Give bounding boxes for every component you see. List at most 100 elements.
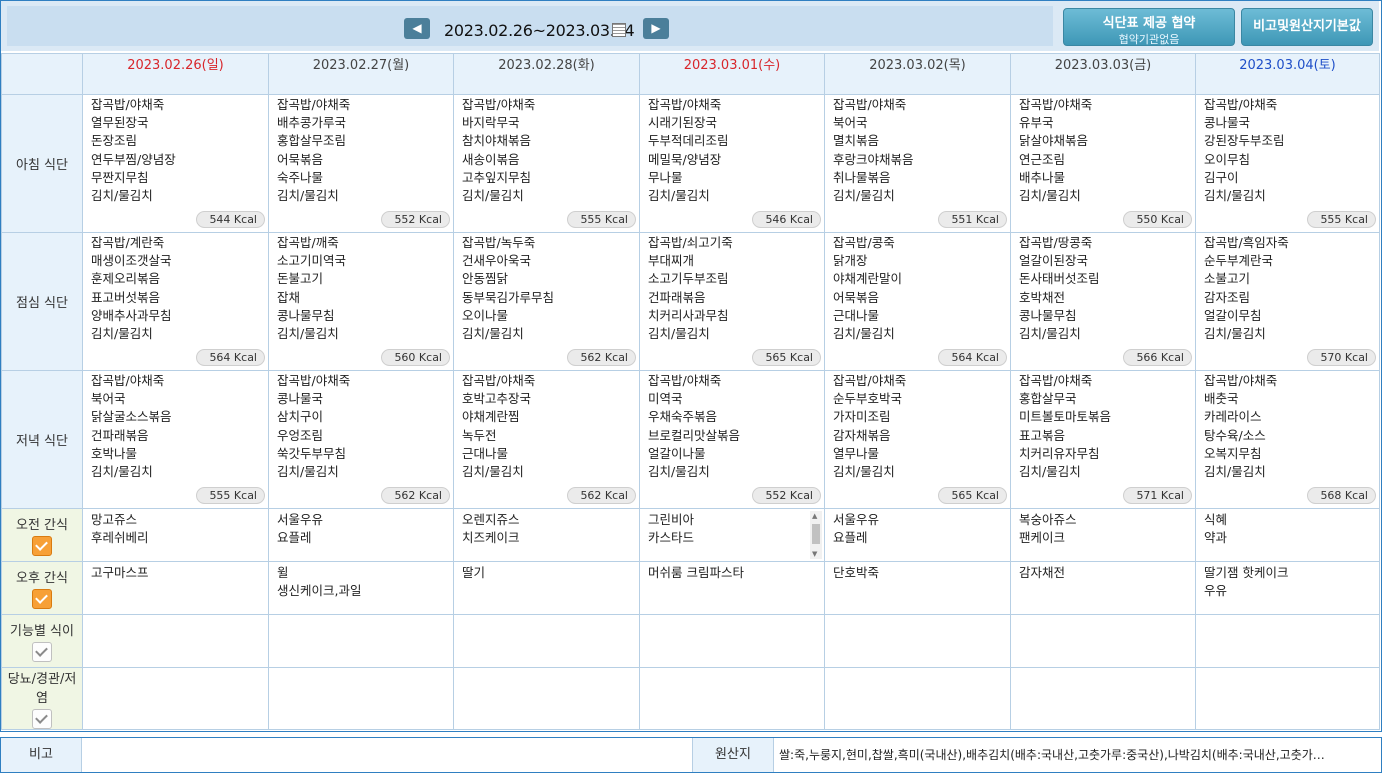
kcal-badge: 568 Kcal	[1307, 487, 1376, 504]
scroll-down-icon[interactable]: ▼	[812, 550, 817, 558]
snack-cell[interactable]	[1195, 614, 1380, 668]
menu-row: 아침 식단 잡곡밥/야채죽 열무된장국 돈장조림 연두부찜/양념장 무짠지무침 김치/물김치…	[1, 94, 1380, 233]
kcal-badge: 565 Kcal	[752, 349, 821, 366]
meal-cell[interactable]: 잡곡밥/깨죽 소고기미역국 돈불고기 잡채 콩나물무침 김치/물김치 560 Kcal	[268, 232, 454, 371]
menu-item: 잡곡밥/야채죽	[648, 97, 722, 112]
snack-cell[interactable]: 망고쥬스 후레쉬베리	[82, 508, 269, 562]
checkbox-icon[interactable]	[32, 709, 52, 729]
snack-cell[interactable]: 그린비아 카스타드 ▲ ▼	[639, 508, 825, 562]
meal-cell[interactable]: 잡곡밥/계란죽 매생이조갯살국 훈제오리볶음 표고버섯볶음 양배추사과무침 김치/물김치 5…	[82, 232, 269, 371]
snack-cell[interactable]	[453, 614, 640, 668]
calendar-icon[interactable]	[612, 23, 626, 37]
menu-items: 잡곡밥/야채죽 배춧국 카레라이스 탕수육/소스 오복지무침 김치/물김치	[1196, 371, 1379, 481]
menu-item: 멸치볶음	[833, 133, 880, 149]
menu-item: 야채계란찜	[462, 409, 520, 425]
day-header: 2023.03.01(수)	[639, 53, 825, 95]
kcal-badge: 571 Kcal	[1123, 487, 1192, 504]
menu-item: 순두부계란국	[1204, 253, 1274, 269]
snack-cell[interactable]	[268, 614, 454, 668]
snack-cell[interactable]	[268, 667, 454, 730]
menu-row: 점심 식단 잡곡밥/계란죽 매생이조갯살국 훈제오리볶음 표고버섯볶음 양배추사과무침 김치…	[1, 232, 1380, 371]
meal-cell[interactable]: 잡곡밥/야채죽 홍합살무국 미트볼토마토볶음 표고볶음 치커리유자무침 김치/물김치 571…	[1010, 370, 1196, 509]
remarks-value[interactable]	[82, 738, 693, 772]
menu-items: 잡곡밥/야채죽 미역국 우채숙주볶음 브로컬리맛살볶음 얼갈이나물 김치/물김치	[640, 371, 824, 481]
meal-cell[interactable]: 잡곡밥/땅콩죽 얼갈이된장국 돈사태버섯조림 호박채전 콩나물무침 김치/물김치 566 K…	[1010, 232, 1196, 371]
snack-cell[interactable]: 식혜 약과	[1195, 508, 1380, 562]
menu-item: 잡곡밥/야채죽	[1204, 97, 1278, 112]
snack-cell[interactable]	[1010, 667, 1196, 730]
snack-cell[interactable]	[1195, 667, 1380, 730]
origin-value[interactable]: 쌀:죽,누룽지,현미,찹쌀,흑미(국내산),배추김치(배추:국내산,고춧가루:중…	[774, 738, 1381, 772]
menu-item: 후랑크야채볶음	[833, 151, 914, 167]
scroll-thumb[interactable]	[812, 524, 820, 544]
meal-cell[interactable]: 잡곡밥/야채죽 미역국 우채숙주볶음 브로컬리맛살볶음 얼갈이나물 김치/물김치 552 K…	[639, 370, 825, 509]
menu-item: 표고볶음	[1019, 427, 1066, 443]
meal-cell[interactable]: 잡곡밥/야채죽 북어국 멸치볶음 후랑크야채볶음 취나물볶음 김치/물김치 551 Kcal	[824, 94, 1011, 233]
meal-cell[interactable]: 잡곡밥/야채죽 열무된장국 돈장조림 연두부찜/양념장 무짠지무침 김치/물김치 544 K…	[82, 94, 269, 233]
snack-cell[interactable]: 서울우유 요플레	[268, 508, 454, 562]
meal-cell[interactable]: 잡곡밥/녹두죽 건새우아욱국 안동찜닭 동부묵김가루무침 오이나물 김치/물김치 562 K…	[453, 232, 640, 371]
menu-item: 서울우유	[277, 512, 324, 527]
snack-cell[interactable]: 서울우유 요플레	[824, 508, 1011, 562]
menu-item: 소불고기	[1204, 271, 1251, 287]
meal-cell[interactable]: 잡곡밥/야채죽 배춧국 카레라이스 탕수육/소스 오복지무침 김치/물김치 568 Kcal	[1195, 370, 1380, 509]
menu-item: 김치/물김치	[1019, 188, 1081, 204]
agreement-button[interactable]: 식단표 제공 협약 협약기관없음	[1063, 8, 1235, 46]
chevron-right-icon[interactable]: ▶	[643, 18, 669, 39]
kcal-badge: 555 Kcal	[1307, 211, 1376, 228]
snack-cell[interactable]	[453, 667, 640, 730]
kcal-badge: 550 Kcal	[1123, 211, 1192, 228]
row-label: 당뇨/경관/저염	[1, 667, 83, 730]
snack-cell[interactable]: 딸기	[453, 561, 640, 615]
row-label: 기능별 식이	[1, 614, 83, 668]
menu-items: 망고쥬스 후레쉬베리	[83, 509, 268, 547]
snack-cell[interactable]: 고구마스프	[82, 561, 269, 615]
chevron-left-icon[interactable]: ◀	[404, 18, 430, 39]
meal-cell[interactable]: 잡곡밥/야채죽 호박고추장국 야채계란찜 녹두전 근대나물 김치/물김치 562 Kcal	[453, 370, 640, 509]
menu-item: 김치/물김치	[462, 188, 524, 204]
snack-cell[interactable]: 딸기잼 핫케이크 우유	[1195, 561, 1380, 615]
meal-cell[interactable]: 잡곡밥/야채죽 바지락무국 참치야채볶음 새송이볶음 고추잎지무침 김치/물김치 555 K…	[453, 94, 640, 233]
menu-item: 훈제오리볶음	[91, 271, 161, 287]
cell-scrollbar[interactable]: ▲ ▼	[810, 511, 822, 559]
menu-item: 딸기잼 핫케이크	[1204, 565, 1289, 580]
snack-cell[interactable]: 단호박죽	[824, 561, 1011, 615]
snack-cell[interactable]	[824, 614, 1011, 668]
checkbox-icon[interactable]	[32, 589, 52, 609]
checkbox-icon[interactable]	[32, 536, 52, 556]
meal-cell[interactable]: 잡곡밥/야채죽 순두부호박국 가자미조림 감자채볶음 열무나물 김치/물김치 565 Kca…	[824, 370, 1011, 509]
snack-cell[interactable]	[1010, 614, 1196, 668]
menu-item: 열무된장국	[91, 115, 149, 131]
snack-cell[interactable]: 머쉬룸 크림파스타	[639, 561, 825, 615]
scroll-up-icon[interactable]: ▲	[812, 512, 817, 520]
snack-cell[interactable]: 오렌지쥬스 치즈케이크	[453, 508, 640, 562]
menu-item: 김치/물김치	[91, 464, 153, 480]
menu-item: 바지락무국	[462, 115, 520, 131]
meal-cell[interactable]: 잡곡밥/야채죽 콩나물국 삼치구이 우엉조림 쑥갓두부무침 김치/물김치 562 Kcal	[268, 370, 454, 509]
menu-item: 잡곡밥/야채죽	[1019, 373, 1093, 388]
meal-cell[interactable]: 잡곡밥/흑임자죽 순두부계란국 소불고기 감자조림 얼갈이무침 김치/물김치 570 Kca…	[1195, 232, 1380, 371]
snack-cell[interactable]	[82, 614, 269, 668]
snack-cell[interactable]: 윌 생신케이크,과일	[268, 561, 454, 615]
menu-item: 어묵볶음	[277, 151, 324, 167]
menu-row: 오전 간식 망고쥬스 후레쉬베리 서울우유 요플레 오렌지쥬스 치즈케이크 그린비아 카스타드 ▲…	[1, 508, 1380, 562]
meal-cell[interactable]: 잡곡밥/야채죽 배추콩가루국 홍합살무조림 어묵볶음 숙주나물 김치/물김치 552 Kca…	[268, 94, 454, 233]
snack-cell[interactable]: 복숭아쥬스 팬케이크	[1010, 508, 1196, 562]
remarks-default-button[interactable]: 비고및원산지기본값	[1241, 8, 1373, 46]
meal-cell[interactable]: 잡곡밥/콩죽 닭개장 야채계란말이 어묵볶음 근대나물 김치/물김치 564 Kcal	[824, 232, 1011, 371]
snack-cell[interactable]	[639, 614, 825, 668]
snack-cell[interactable]	[82, 667, 269, 730]
checkbox-icon[interactable]	[32, 642, 52, 662]
meal-cell[interactable]: 잡곡밥/야채죽 콩나물국 강된장두부조림 오이무침 김구이 김치/물김치 555 Kcal	[1195, 94, 1380, 233]
menu-item: 우채숙주볶음	[648, 409, 718, 425]
snack-cell[interactable]	[824, 667, 1011, 730]
menu-item: 서울우유	[833, 512, 880, 527]
menu-item: 메밀묵/양념장	[648, 151, 722, 167]
snack-cell[interactable]	[639, 667, 825, 730]
meal-cell[interactable]: 잡곡밥/야채죽 유부국 닭살야채볶음 연근조림 배추나물 김치/물김치 550 Kcal	[1010, 94, 1196, 233]
menu-item: 북어국	[91, 391, 126, 407]
meal-cell[interactable]: 잡곡밥/야채죽 시래기된장국 두부적데리조림 메밀묵/양념장 무나물 김치/물김치 546 …	[639, 94, 825, 233]
meal-cell[interactable]: 잡곡밥/야채죽 북어국 닭살굴소스볶음 건파래볶음 호박나물 김치/물김치 555 Kcal	[82, 370, 269, 509]
meal-cell[interactable]: 잡곡밥/쇠고기죽 부대찌개 소고기두부조림 건파래볶음 치커리사과무침 김치/물김치 565…	[639, 232, 825, 371]
snack-cell[interactable]: 감자채전	[1010, 561, 1196, 615]
